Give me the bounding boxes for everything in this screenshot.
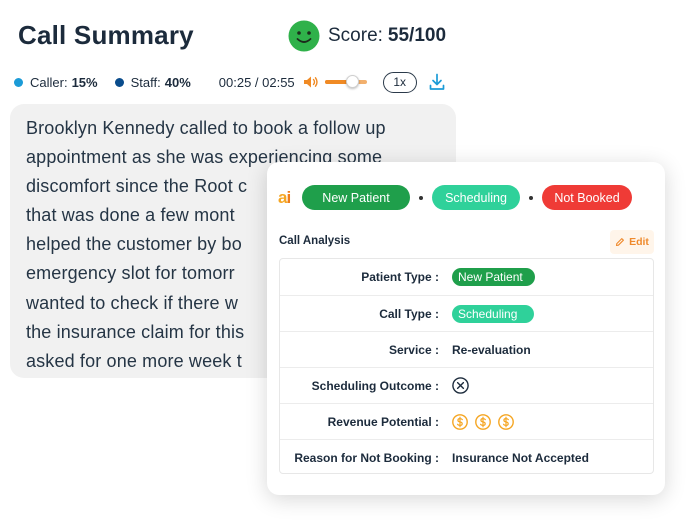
dollar-coin-icon — [475, 413, 491, 430]
row-label: Reason for Not Booking : — [294, 450, 439, 465]
edit-label: Edit — [629, 236, 649, 248]
row-label: Scheduling Outcome : — [311, 378, 439, 393]
volume-knob[interactable] — [346, 75, 360, 88]
staff-stat: Staff: 40% — [114, 74, 191, 90]
staff-dot — [114, 77, 124, 87]
row-label: Patient Type : — [361, 270, 439, 284]
dollar-coin-icon — [498, 413, 514, 430]
playback-speed-button[interactable]: 1x — [382, 71, 417, 93]
tag-not-booked[interactable]: Not Booked — [542, 185, 632, 210]
download-icon[interactable] — [429, 73, 445, 91]
row-label: Call Type : — [379, 306, 439, 321]
caller-label: Caller: — [30, 74, 68, 90]
tag-separator — [529, 195, 533, 200]
tag-separator — [419, 195, 423, 200]
table-row: Revenue Potential : — [280, 403, 653, 439]
caller-dot — [14, 77, 23, 87]
score-display: Score: 55/100 — [288, 20, 446, 52]
score-value: 55/100 — [387, 25, 447, 46]
dollar-coin-icon — [452, 413, 468, 430]
staff-value: 40% — [164, 74, 191, 90]
not-booking-reason-value: Insurance Not Accepted — [452, 450, 589, 465]
staff-label: Staff: — [130, 74, 161, 90]
row-label: Revenue Potential : — [327, 414, 439, 429]
volume-icon[interactable] — [303, 74, 319, 90]
call-type-pill: Scheduling — [452, 304, 534, 323]
service-value: Re-evaluation — [452, 342, 531, 357]
tag-new-patient[interactable]: New Patient — [302, 185, 410, 210]
summary-tags: New Patient Scheduling Not Booked — [302, 185, 632, 210]
playback-time: 00:25 / 02:55 — [218, 74, 295, 90]
ai-logo-icon: ai — [278, 188, 291, 207]
table-row: Scheduling Outcome : — [280, 367, 653, 403]
table-row: Call Type : Scheduling — [280, 295, 653, 331]
score-label: Score: — [328, 25, 383, 46]
tag-scheduling[interactable]: Scheduling — [432, 185, 520, 210]
row-label: Service : — [388, 342, 439, 357]
edit-button[interactable]: Edit — [610, 230, 654, 254]
call-analysis-title: Call Analysis — [279, 235, 351, 247]
row-value — [452, 377, 469, 394]
analysis-table: Patient Type : New Patient Call Type : S… — [279, 258, 654, 474]
row-value: Scheduling — [452, 304, 534, 323]
table-row: Patient Type : New Patient — [280, 259, 653, 295]
smiley-face-icon — [288, 20, 320, 52]
call-player-bar: Caller: 15% Staff: 40% 00:25 / 02:55 1x — [14, 70, 445, 94]
table-row: Service : Re-evaluation — [280, 331, 653, 367]
call-analysis-card: ai New Patient Scheduling Not Booked Cal… — [267, 162, 665, 495]
table-row: Reason for Not Booking : Insurance Not A… — [280, 439, 653, 475]
caller-value: 15% — [71, 74, 98, 90]
patient-type-pill: New Patient — [452, 268, 535, 286]
caller-stat: Caller: 15% — [14, 75, 98, 90]
transcript-line: Brooklyn Kennedy called to book a follow… — [26, 118, 386, 138]
row-value: New Patient — [452, 268, 535, 286]
page-title: Call Summary — [18, 20, 194, 50]
volume-slider[interactable] — [324, 75, 367, 89]
pencil-icon — [616, 238, 625, 247]
revenue-potential-value — [452, 413, 521, 430]
circle-x-icon — [452, 377, 469, 394]
